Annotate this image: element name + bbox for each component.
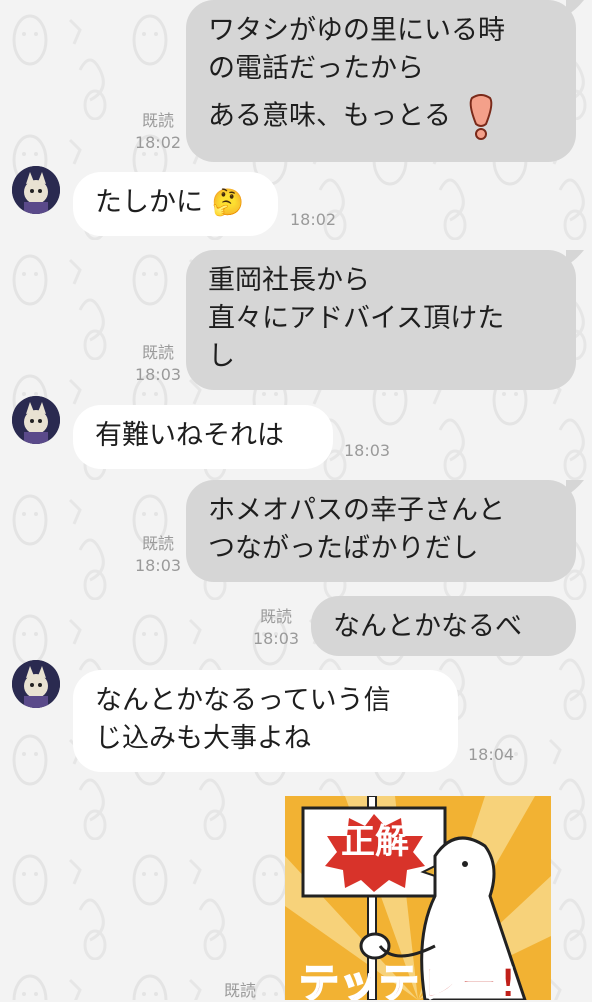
bubble-tail (566, 480, 584, 496)
timestamp: 18:04 (468, 745, 515, 764)
read-receipt: 既読 18:03 (252, 607, 300, 648)
avatar[interactable] (12, 396, 60, 444)
thinking-face-icon: 🤔 (211, 188, 244, 218)
bubble-tail (566, 0, 584, 16)
sticker[interactable]: 正解 テッテレー! (285, 796, 551, 1000)
message-bubble[interactable]: 重岡社長から 直々にアドバイス頂けた し (186, 250, 576, 390)
read-receipt: 既読 18:03 (134, 534, 182, 575)
message-bubble[interactable]: ホメオパスの幸子さんと つながったばかりだし (186, 480, 576, 582)
sticker-sign-text: 正解 (341, 822, 409, 862)
exclamation-mark-icon (469, 94, 492, 140)
avatar-image (12, 396, 60, 444)
message-bubble[interactable]: たしかに 🤔 (73, 172, 278, 236)
avatar-image (12, 166, 60, 214)
message-bubble[interactable]: なんとかなるべ (311, 596, 576, 656)
bubble-tail (566, 250, 584, 266)
read-receipt: 既読 18:02 (134, 111, 182, 152)
message-bubble[interactable]: 有難いねそれは (73, 405, 333, 469)
avatar-image (12, 660, 60, 708)
message-bubble[interactable]: なんとかなるっていう信 じ込みも大事よね (73, 670, 458, 772)
read-receipt: 既読 18:03 (134, 343, 182, 384)
sticker-banner-text: テッテレー! (298, 961, 518, 1000)
avatar[interactable] (12, 166, 60, 214)
message-bubble[interactable]: ワタシがゆの里にいる時 の電話だったから ある意味、もっとる (186, 0, 576, 162)
timestamp: 18:02 (290, 210, 337, 229)
read-receipt: 既読 (223, 981, 256, 1000)
avatar[interactable] (12, 660, 60, 708)
timestamp: 18:03 (344, 441, 391, 460)
